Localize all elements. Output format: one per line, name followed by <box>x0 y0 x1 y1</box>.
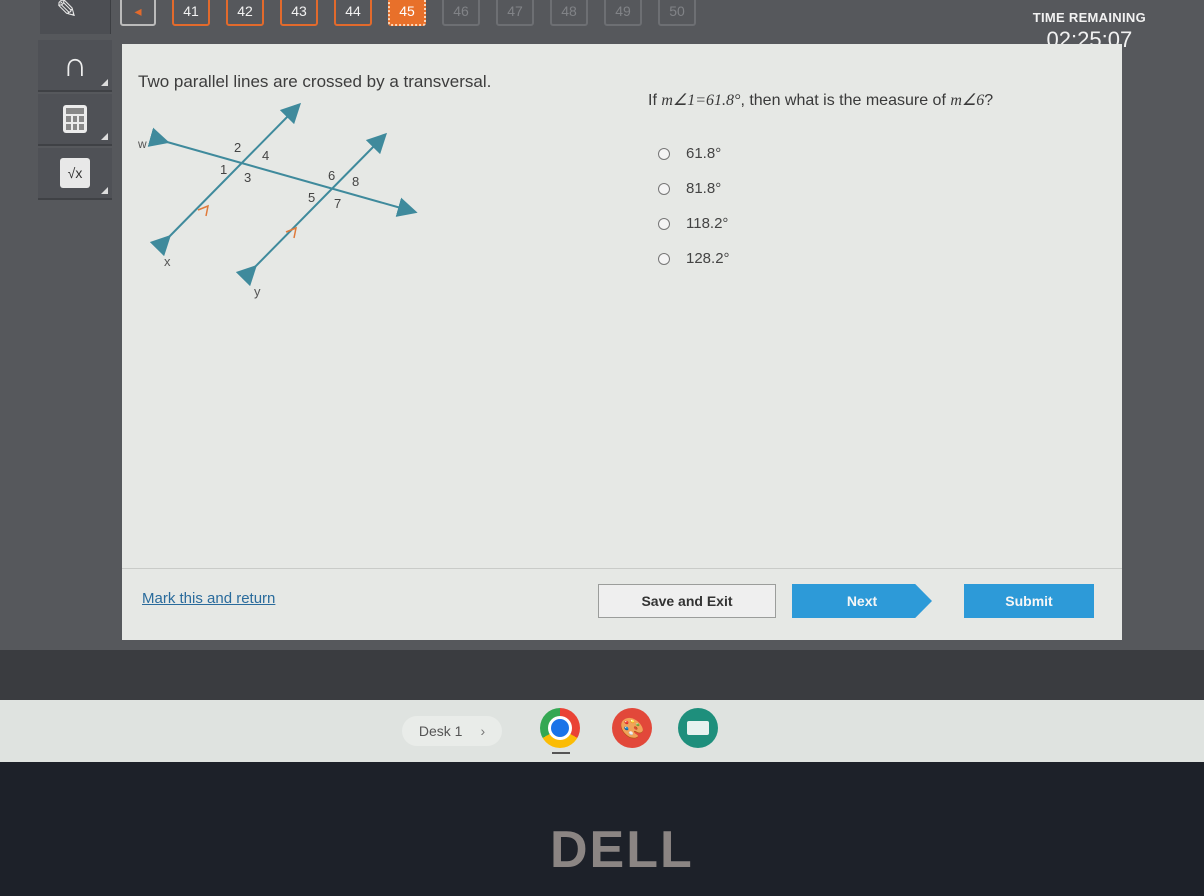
parallel-line-x <box>149 102 302 257</box>
prompt-suffix: ? <box>984 92 994 109</box>
timer-label: TIME REMAINING <box>1032 10 1146 25</box>
radio-button[interactable] <box>658 252 670 265</box>
question-49[interactable]: 49 <box>604 0 642 26</box>
question-44[interactable]: 44 <box>334 0 372 26</box>
radio-button[interactable] <box>658 147 670 160</box>
parallel-mark-x <box>197 204 210 217</box>
question-41[interactable]: 41 <box>172 0 210 26</box>
question-navigator: ◂ 41 42 43 44 45 46 47 48 49 50 <box>120 0 696 26</box>
question-50[interactable]: 50 <box>658 0 696 26</box>
option-label: 61.8° <box>686 145 722 162</box>
parallel-line-y <box>235 132 388 287</box>
save-and-exit-button[interactable]: Save and Exit <box>598 584 776 618</box>
angle-6: 6 <box>328 168 335 183</box>
option-c[interactable]: 118.2° <box>658 206 730 241</box>
pencil-tool[interactable]: ✎ <box>40 0 111 34</box>
corner-indicator <box>101 79 108 86</box>
question-42[interactable]: 42 <box>226 0 264 26</box>
question-46[interactable]: 46 <box>442 0 480 26</box>
tool-sidebar: ∩ √x <box>38 40 112 202</box>
prompt-prefix: If <box>648 92 662 109</box>
option-b[interactable]: 81.8° <box>658 171 730 206</box>
screen-bottom-area <box>0 650 1204 700</box>
option-a[interactable]: 61.8° <box>658 136 730 171</box>
question-47[interactable]: 47 <box>496 0 534 26</box>
chevron-right-icon: › <box>480 723 486 739</box>
question-stem: Two parallel lines are crossed by a tran… <box>138 72 492 91</box>
laptop-bezel: DELL <box>0 762 1204 896</box>
calculator-icon <box>63 105 87 133</box>
submit-button[interactable]: Submit <box>964 584 1094 618</box>
top-bar: ✎ ◂ 41 42 43 44 45 46 47 48 49 50 TIME R… <box>0 0 1204 52</box>
footer-divider <box>122 568 1122 569</box>
paint-app-icon[interactable]: 🎨 <box>612 708 652 748</box>
os-shelf: Desk 1 › 🎨 <box>0 700 1204 762</box>
prompt-given-angle: m∠1=61.8° <box>661 92 741 109</box>
chrome-icon[interactable] <box>540 708 580 748</box>
transversal-diagram: w x y 1 2 3 4 5 6 7 8 <box>137 102 418 299</box>
formula-sheet-button[interactable]: √x <box>38 148 112 200</box>
dell-logo: DELL <box>550 821 694 879</box>
screen: ✎ ◂ 41 42 43 44 45 46 47 48 49 50 TIME R… <box>0 0 1204 700</box>
radio-button[interactable] <box>658 182 670 195</box>
question-45-current[interactable]: 45 <box>388 0 426 26</box>
option-d[interactable]: 128.2° <box>658 241 730 276</box>
calculator-button[interactable] <box>38 94 112 146</box>
question-48[interactable]: 48 <box>550 0 588 26</box>
radio-button[interactable] <box>658 217 670 230</box>
pencil-icon: ✎ <box>56 0 78 24</box>
previous-button[interactable]: ◂ <box>120 0 156 26</box>
angle-2: 2 <box>234 140 241 155</box>
angle-5: 5 <box>308 190 315 205</box>
question-prompt: If m∠1=61.8°, then what is the measure o… <box>648 90 993 110</box>
question-panel: Two parallel lines are crossed by a tran… <box>122 44 1122 640</box>
desk-switcher[interactable]: Desk 1 › <box>402 716 502 746</box>
desk-label: Desk 1 <box>418 723 463 739</box>
headphones-button[interactable]: ∩ <box>38 40 112 92</box>
mark-and-return-link[interactable]: Mark this and return <box>142 590 275 607</box>
angle-1: 1 <box>220 162 227 177</box>
label-y: y <box>254 284 261 299</box>
angle-7: 7 <box>334 196 341 211</box>
active-app-indicator <box>552 752 570 754</box>
answer-options: 61.8° 81.8° 118.2° 128.2° <box>658 136 730 276</box>
headphones-icon: ∩ <box>62 45 88 84</box>
option-label: 118.2° <box>686 215 729 232</box>
palette-icon: 🎨 <box>619 717 645 740</box>
label-x: x <box>164 254 171 269</box>
angle-8: 8 <box>352 174 359 189</box>
formula-sheet-icon: √x <box>60 158 90 188</box>
option-label: 128.2° <box>686 250 730 267</box>
next-button[interactable]: Next <box>792 584 932 618</box>
prompt-middle: , then what is the measure of <box>740 92 951 109</box>
angle-3: 3 <box>244 170 251 185</box>
board-icon <box>687 721 709 735</box>
option-label: 81.8° <box>686 180 722 197</box>
prompt-target-angle: m∠6 <box>950 92 985 109</box>
angle-4: 4 <box>262 148 269 163</box>
label-w: w <box>137 137 147 151</box>
corner-indicator <box>101 133 108 140</box>
classroom-app-icon[interactable] <box>678 708 718 748</box>
corner-indicator <box>101 187 108 194</box>
question-43[interactable]: 43 <box>280 0 318 26</box>
